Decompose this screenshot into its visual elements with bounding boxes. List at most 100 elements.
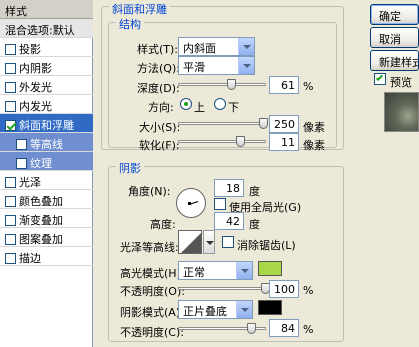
soften-unit: 像素 [303, 139, 325, 152]
style-item[interactable]: 颜色叠加 [0, 190, 93, 209]
style-label: 样式(T): [137, 43, 179, 56]
style-item[interactable]: 投影 [0, 38, 93, 57]
depth-label: 深度(D): [137, 82, 180, 95]
style-item[interactable]: 光泽 [0, 171, 93, 190]
gloss-contour-preview[interactable] [178, 230, 202, 254]
checkmark-icon [375, 73, 384, 82]
style-item-checkbox[interactable] [5, 63, 16, 74]
highlight-mode-label: 高光模式(H): [120, 267, 185, 280]
depth-slider-track[interactable] [178, 83, 266, 86]
anti-aliased-checkbox[interactable] [222, 236, 234, 248]
style-item[interactable]: 渐变叠加 [0, 209, 93, 228]
bevel-emboss-title: 斜面和浮雕 [109, 1, 170, 17]
style-item[interactable]: 描边 [0, 247, 93, 266]
gloss-contour-dropdown[interactable] [203, 230, 215, 254]
style-item-label: 光泽 [19, 176, 41, 189]
style-item-label: 内阴影 [19, 62, 52, 75]
angle-input[interactable]: 18 [214, 179, 244, 197]
style-item-checkbox[interactable] [16, 158, 27, 169]
soften-slider-track[interactable] [178, 140, 266, 143]
depth-input[interactable]: 61 [269, 76, 299, 94]
style-item-checkbox[interactable] [5, 44, 16, 55]
chevron-down-icon [236, 301, 252, 318]
highlight-color-swatch[interactable] [258, 261, 282, 276]
styles-header: 样式 [0, 0, 93, 19]
shadow-opacity-handle[interactable] [246, 323, 256, 334]
shadow-opacity-label: 不透明度(C): [120, 326, 184, 339]
style-item-checkbox[interactable] [5, 234, 16, 245]
style-item-checkbox[interactable] [16, 139, 27, 150]
style-select[interactable]: 内斜面 [178, 37, 255, 56]
style-item[interactable]: 图案叠加 [0, 228, 93, 247]
style-item-checkbox[interactable] [5, 253, 16, 264]
chevron-down-icon [236, 262, 252, 279]
size-slider-handle[interactable] [259, 118, 269, 129]
style-item-label: 图案叠加 [19, 233, 63, 246]
style-item-label: 纹理 [30, 157, 52, 170]
highlight-mode-value: 正常 [183, 266, 205, 279]
direction-label: 方向: [148, 101, 174, 114]
method-label: 方法(Q): [137, 62, 180, 75]
style-item-checkbox[interactable] [5, 82, 16, 93]
style-item-checkbox[interactable] [5, 120, 16, 131]
direction-up-label: 上 [194, 101, 205, 114]
style-select-value: 内斜面 [183, 42, 216, 55]
style-preview-swatch [384, 92, 419, 132]
blending-options-item[interactable]: 混合选项:默认 [0, 19, 93, 38]
depth-unit: % [303, 80, 314, 93]
angle-dial-needle [190, 201, 199, 205]
style-item-label: 投影 [19, 43, 41, 56]
style-item[interactable]: 内阴影 [0, 57, 93, 76]
altitude-label: 高度: [150, 218, 176, 231]
angle-dial[interactable] [176, 188, 206, 218]
depth-slider-handle[interactable] [226, 79, 236, 90]
style-item-label: 斜面和浮雕 [19, 119, 74, 132]
contour-curve-icon [181, 233, 201, 253]
direction-up-radio[interactable] [180, 98, 192, 110]
style-item-checkbox[interactable] [5, 215, 16, 226]
chevron-down-icon [238, 57, 254, 74]
soften-input[interactable]: 11 [269, 133, 299, 151]
preview-checkbox[interactable] [374, 73, 386, 85]
style-item-label: 外发光 [19, 81, 52, 94]
new-style-button[interactable]: 新建样式 [370, 50, 419, 71]
styles-list-panel: 样式 混合选项:默认 投影内阴影外发光 内发光斜面和浮雕等高线纹理光泽颜色叠加渐变… [0, 0, 93, 347]
size-label: 大小(S): [139, 121, 181, 134]
style-item-label: 等高线 [30, 138, 63, 151]
angle-unit: 度 [249, 185, 260, 198]
style-item-checkbox[interactable] [5, 177, 16, 188]
style-item[interactable]: 等高线 [0, 133, 93, 152]
method-select-value: 平滑 [183, 61, 205, 74]
style-item-label: 颜色叠加 [19, 195, 63, 208]
highlight-opacity-input[interactable]: 100 [269, 280, 299, 298]
global-light-checkbox[interactable] [214, 198, 226, 210]
style-item-checkbox[interactable] [5, 101, 16, 112]
size-input[interactable]: 250 [269, 115, 299, 133]
ok-button[interactable]: 确定 [370, 4, 419, 25]
preview-label: 预览 [390, 76, 412, 89]
shadow-mode-select[interactable]: 正片叠底 [178, 300, 253, 319]
cancel-button[interactable]: 取消 [370, 27, 419, 48]
shadow-mode-label: 阴影模式(A): [120, 306, 184, 319]
chevron-down-icon [206, 241, 214, 245]
shadow-opacity-unit: % [303, 323, 314, 336]
highlight-opacity-label: 不透明度(O): [120, 285, 185, 298]
shadow-color-swatch[interactable] [258, 300, 282, 315]
altitude-input[interactable]: 42 [214, 212, 244, 230]
direction-down-label: 下 [228, 101, 239, 114]
style-item[interactable]: 斜面和浮雕 [0, 114, 93, 133]
direction-down-radio[interactable] [214, 98, 226, 110]
style-item-label: 渐变叠加 [19, 214, 63, 227]
highlight-mode-select[interactable]: 正常 [178, 261, 253, 280]
structure-title: 结构 [116, 16, 144, 32]
shadow-opacity-input[interactable]: 84 [269, 319, 299, 337]
style-item-label: 描边 [19, 252, 41, 265]
style-item[interactable]: 内发光 [0, 95, 93, 114]
style-item[interactable]: 外发光 [0, 76, 93, 95]
highlight-opacity-track[interactable] [178, 287, 266, 290]
style-item-checkbox[interactable] [5, 196, 16, 207]
highlight-opacity-unit: % [303, 284, 314, 297]
style-item[interactable]: 纹理 [0, 152, 93, 171]
method-select[interactable]: 平滑 [178, 56, 255, 75]
size-slider-track[interactable] [178, 122, 266, 125]
